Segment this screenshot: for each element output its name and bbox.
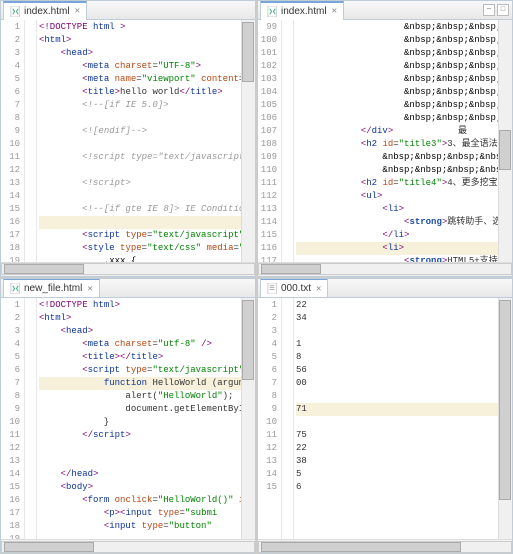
code-area[interactable]: &nbsp;&nbsp;&nbsp;&nbsp; &nbsp;&nbsp;&nb… — [294, 20, 512, 262]
fold-gutter[interactable] — [282, 298, 294, 540]
code-area[interactable]: <!DOCTYPE html><html> <head> <meta chars… — [37, 298, 255, 540]
minimize-icon[interactable]: ─ — [483, 4, 495, 16]
line-gutter: 123456789101112131415 — [258, 298, 282, 540]
tab-new-file-html[interactable]: new_file.html ✕ — [3, 278, 100, 297]
fold-gutter[interactable] — [25, 298, 37, 540]
tab-000-txt[interactable]: 000.txt ✕ — [260, 278, 328, 297]
line-gutter: 1234567891011121314151617181920212223 — [1, 298, 25, 540]
close-icon[interactable]: ✕ — [75, 6, 80, 16]
line-gutter: 9910010110210310410510610710810911011111… — [258, 20, 282, 262]
tabbar: index.html ✕ ─ □ — [258, 1, 512, 20]
close-icon[interactable]: ✕ — [87, 284, 92, 294]
horizontal-scrollbar[interactable] — [1, 262, 255, 276]
pane-toolbar: ─ □ — [483, 4, 512, 16]
tabbar: index.html ✕ — [1, 1, 255, 20]
vertical-scrollbar[interactable] — [498, 20, 512, 262]
tabbar: new_file.html ✕ — [1, 279, 255, 298]
close-icon[interactable]: ✕ — [316, 284, 321, 294]
horizontal-scrollbar[interactable] — [1, 539, 255, 553]
horizontal-scrollbar[interactable] — [258, 539, 512, 553]
tab-title: index.html — [24, 6, 70, 17]
tab-title: new_file.html — [24, 283, 82, 294]
fold-gutter[interactable] — [25, 20, 37, 262]
tab-index-html[interactable]: index.html ✕ — [3, 1, 87, 20]
pane-bottom-left: new_file.html ✕ 123456789101112131415161… — [0, 278, 256, 554]
horizontal-scrollbar[interactable] — [258, 262, 512, 276]
editor-grid: index.html ✕ 123456789101112131415161718… — [0, 0, 513, 554]
vertical-scrollbar[interactable] — [241, 298, 255, 540]
tab-title: index.html — [281, 6, 327, 17]
html-file-icon — [10, 283, 21, 294]
pane-bottom-right: 000.txt ✕ 123456789101112131415 2234 185… — [257, 278, 513, 554]
pane-top-right: index.html ✕ ─ □ 99100101102103104105106… — [257, 0, 513, 277]
pane-top-left: index.html ✕ 123456789101112131415161718… — [0, 0, 256, 277]
code-editor[interactable]: 123456789101112131415 2234 185600 71 752… — [258, 298, 512, 540]
vertical-scrollbar[interactable] — [241, 20, 255, 262]
code-editor[interactable]: 1234567891011121314151617181920212223 <!… — [1, 298, 255, 540]
tab-index-html[interactable]: index.html ✕ — [260, 1, 344, 20]
code-area[interactable]: <!DOCTYPE html ><html> <head> <meta char… — [37, 20, 255, 262]
vertical-scrollbar[interactable] — [498, 298, 512, 540]
code-editor[interactable]: 1234567891011121314151617181920212223 <!… — [1, 20, 255, 262]
maximize-icon[interactable]: □ — [497, 4, 509, 16]
html-file-icon — [267, 6, 278, 17]
tabbar: 000.txt ✕ — [258, 279, 512, 298]
code-area[interactable]: 2234 185600 71 75223856 — [294, 298, 512, 540]
line-gutter: 1234567891011121314151617181920212223 — [1, 20, 25, 262]
close-icon[interactable]: ✕ — [332, 6, 337, 16]
tab-title: 000.txt — [281, 283, 311, 294]
txt-file-icon — [267, 283, 278, 294]
fold-gutter[interactable] — [282, 20, 294, 262]
code-editor[interactable]: 9910010110210310410510610710810911011111… — [258, 20, 512, 262]
html-file-icon — [10, 6, 21, 17]
